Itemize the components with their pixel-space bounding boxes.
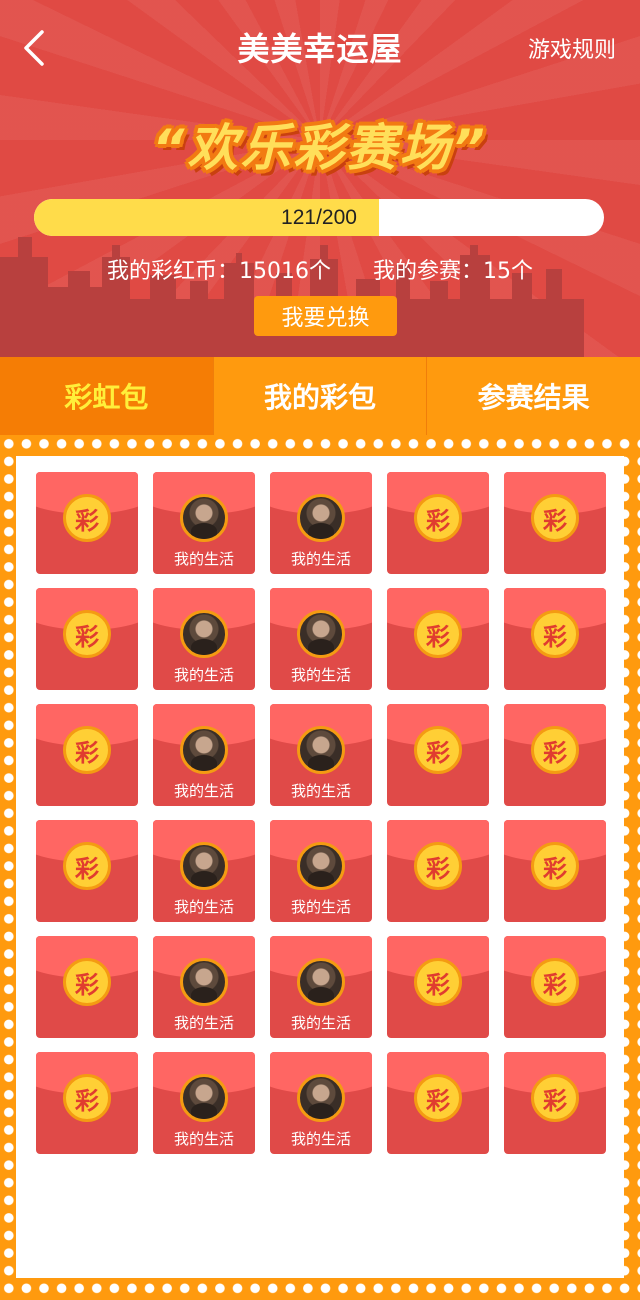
banner-title: “欢乐彩赛场” — [152, 119, 488, 177]
red-packet[interactable]: 彩 — [387, 1052, 489, 1154]
red-packet[interactable]: 彩 — [36, 1052, 138, 1154]
red-packet[interactable]: 我的生活 — [153, 820, 255, 922]
red-packet[interactable]: 彩 — [36, 820, 138, 922]
red-packet[interactable]: 我的生活 — [153, 704, 255, 806]
my-entries-text: 我的参赛：15个 — [373, 259, 533, 284]
red-packet[interactable]: 彩 — [504, 704, 606, 806]
user-avatar — [180, 842, 228, 890]
game-rules-link[interactable]: 游戏规则 — [528, 32, 616, 64]
progress-bar: 121/200 — [34, 199, 604, 236]
cai-coin-icon: 彩 — [531, 726, 579, 774]
red-packet[interactable]: 彩 — [387, 936, 489, 1038]
packet-owner-label: 我的生活 — [290, 898, 351, 916]
user-avatar — [180, 494, 228, 542]
cai-coin-icon: 彩 — [414, 494, 462, 542]
red-packet[interactable]: 我的生活 — [270, 472, 372, 574]
user-avatar — [297, 842, 345, 890]
red-packet[interactable]: 彩 — [387, 588, 489, 690]
cai-coin-icon: 彩 — [531, 610, 579, 658]
user-avatar — [297, 494, 345, 542]
cai-coin-icon: 彩 — [63, 842, 111, 890]
redeem-button[interactable]: 我要兑换 — [254, 296, 397, 336]
cai-coin-icon: 彩 — [414, 958, 462, 1006]
cai-coin-icon: 彩 — [63, 1074, 111, 1122]
packet-owner-label: 我的生活 — [290, 1130, 351, 1148]
red-packet[interactable]: 我的生活 — [270, 1052, 372, 1154]
red-packet[interactable]: 彩 — [504, 472, 606, 574]
tab-bar: 彩虹包 我的彩包 参赛结果 — [0, 357, 640, 435]
packet-owner-label: 我的生活 — [173, 550, 234, 568]
city-skyline-decoration — [0, 237, 584, 357]
red-packet[interactable]: 彩 — [36, 936, 138, 1038]
red-packet[interactable]: 我的生活 — [153, 472, 255, 574]
my-coins-text: 我的彩红币：15016个 — [107, 259, 331, 284]
red-packet[interactable]: 我的生活 — [270, 588, 372, 690]
red-packet[interactable]: 彩 — [504, 936, 606, 1038]
cai-coin-icon: 彩 — [531, 494, 579, 542]
red-packet[interactable]: 我的生活 — [153, 936, 255, 1038]
cai-coin-icon: 彩 — [531, 958, 579, 1006]
red-packet[interactable]: 彩 — [504, 588, 606, 690]
cai-coin-icon: 彩 — [414, 842, 462, 890]
cai-coin-icon: 彩 — [414, 610, 462, 658]
packet-owner-label: 我的生活 — [290, 782, 351, 800]
cai-coin-icon: 彩 — [414, 726, 462, 774]
cai-coin-icon: 彩 — [63, 494, 111, 542]
cai-coin-icon: 彩 — [63, 958, 111, 1006]
packet-owner-label: 我的生活 — [173, 782, 234, 800]
red-packet[interactable]: 彩 — [504, 1052, 606, 1154]
red-packet[interactable]: 彩 — [36, 704, 138, 806]
tab-0[interactable]: 彩虹包 — [0, 357, 213, 435]
header-banner: 美美幸运屋 游戏规则 “欢乐彩赛场” 121/200 我的彩红币：15016个 … — [0, 0, 640, 357]
user-avatar — [180, 1074, 228, 1122]
packet-owner-label: 我的生活 — [173, 1014, 234, 1032]
red-packet-grid: 彩我的生活 我的生活彩彩彩我的生活 我的生活彩彩彩我的生活 我的生活彩彩彩我的生活 我的… — [36, 472, 606, 1154]
red-packet[interactable]: 我的生活 — [270, 936, 372, 1038]
red-packet[interactable]: 彩 — [387, 472, 489, 574]
tab-1[interactable]: 我的彩包 — [212, 357, 427, 435]
user-avatar — [180, 726, 228, 774]
progress-text: 121/200 — [281, 205, 357, 229]
packet-owner-label: 我的生活 — [173, 666, 234, 684]
red-packet-board: 彩我的生活 我的生活彩彩彩我的生活 我的生活彩彩彩我的生活 我的生活彩彩彩我的生活 我的… — [16, 456, 624, 1278]
cai-coin-icon: 彩 — [414, 1074, 462, 1122]
user-avatar — [297, 610, 345, 658]
cai-coin-icon: 彩 — [63, 610, 111, 658]
user-avatar — [180, 958, 228, 1006]
user-avatar — [297, 726, 345, 774]
packet-owner-label: 我的生活 — [173, 898, 234, 916]
red-packet[interactable]: 彩 — [36, 472, 138, 574]
red-packet[interactable]: 我的生活 — [153, 588, 255, 690]
user-avatar — [297, 1074, 345, 1122]
stats-row: 我的彩红币：15016个 我的参赛：15个 — [0, 253, 640, 285]
cai-coin-icon: 彩 — [531, 1074, 579, 1122]
tab-2[interactable]: 参赛结果 — [426, 357, 640, 435]
red-packet[interactable]: 我的生活 — [270, 820, 372, 922]
red-packet[interactable]: 彩 — [504, 820, 606, 922]
packet-owner-label: 我的生活 — [173, 1130, 234, 1148]
red-packet[interactable]: 我的生活 — [153, 1052, 255, 1154]
packet-owner-label: 我的生活 — [290, 1014, 351, 1032]
red-packet[interactable]: 我的生活 — [270, 704, 372, 806]
red-packet[interactable]: 彩 — [387, 820, 489, 922]
red-packet[interactable]: 彩 — [387, 704, 489, 806]
packet-owner-label: 我的生活 — [290, 550, 351, 568]
user-avatar — [297, 958, 345, 1006]
user-avatar — [180, 610, 228, 658]
cai-coin-icon: 彩 — [63, 726, 111, 774]
red-packet[interactable]: 彩 — [36, 588, 138, 690]
cai-coin-icon: 彩 — [531, 842, 579, 890]
packet-owner-label: 我的生活 — [290, 666, 351, 684]
